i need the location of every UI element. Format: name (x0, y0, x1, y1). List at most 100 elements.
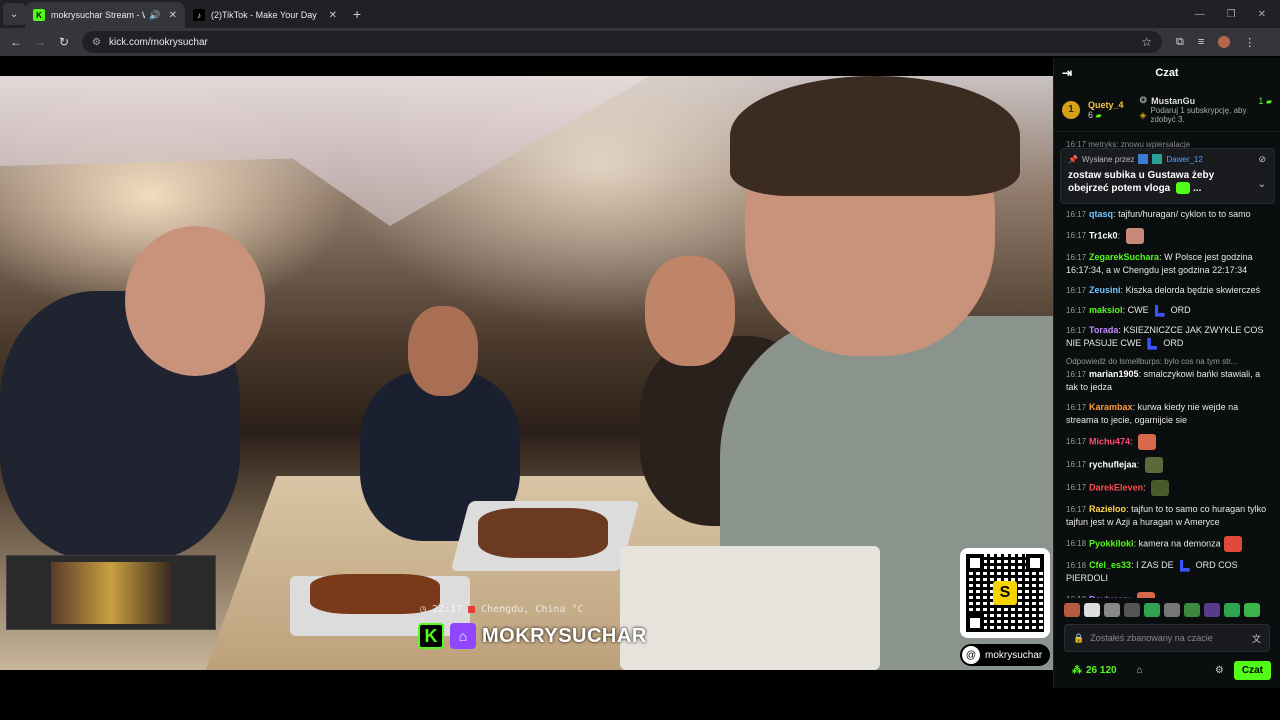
message-username[interactable]: maksiol (1089, 305, 1123, 315)
leader-hint: Podaruj 1 subskrypcję, aby zdobyć 3. (1150, 106, 1247, 124)
tab-kick[interactable]: K mokrysuchar Stream - Wat 🔊 ✕ (25, 2, 185, 28)
tent-canopy (0, 76, 650, 226)
menu-kebab-icon[interactable]: ⋮ (1244, 36, 1255, 49)
qr-code: S (960, 548, 1050, 638)
pinned-message[interactable]: 📌 Wysłane przez Dawer_12 zostaw subika u… (1060, 148, 1275, 204)
emote-icon[interactable] (1144, 603, 1160, 617)
user-badge-icon: ❂ (1139, 95, 1148, 105)
kick-icon: K (33, 9, 45, 21)
tab-tiktok[interactable]: ♪ (2)TikTok - Make Your Day ✕ (185, 2, 345, 28)
person-back-head (645, 256, 735, 366)
pinned-ellipsis: ... (1193, 183, 1202, 194)
close-tab-icon[interactable]: ✕ (169, 10, 177, 21)
emote-icon[interactable] (1084, 603, 1100, 617)
emote-icon[interactable] (1104, 603, 1120, 617)
tab-search-dropdown-icon[interactable]: ⌄ (3, 3, 25, 25)
reload-icon[interactable]: ↻ (52, 35, 76, 49)
chat-input-placeholder: Zostałeś zbanowany na czacie (1090, 633, 1213, 643)
message-username[interactable]: Razieloo (1089, 504, 1126, 514)
url-text: kick.com/mokrysuchar (108, 36, 208, 48)
emote-icon[interactable] (1224, 603, 1240, 617)
gold-medal-icon: 1 (1062, 100, 1080, 119)
napkins (620, 546, 880, 670)
gear-icon[interactable]: ⚙ (1215, 665, 1224, 676)
leader-first[interactable]: Quety_4 6 ▰ (1088, 100, 1124, 120)
emote-icon[interactable] (1064, 603, 1080, 617)
url-input[interactable]: ⚙ kick.com/mokrysuchar ☆ (82, 31, 1162, 53)
message-username[interactable]: Torada (1089, 325, 1118, 335)
leader-count: 6 (1088, 109, 1094, 120)
qr-finder (966, 554, 984, 572)
message-time: 16:17 (1066, 483, 1087, 493)
pinned-sender[interactable]: Dawer_12 (1166, 155, 1202, 164)
chat-message: 16:17 ZegarekSuchara: W Polsce jest godzi… (1066, 252, 1253, 275)
forward-icon[interactable]: → (28, 35, 52, 49)
send-chat-button[interactable]: Czat (1233, 660, 1271, 680)
chat-panel: ⇥ Czat 1 Quety_4 6 ▰ ❂ MustanGu 1 ▰ ◈ Po… (1053, 58, 1280, 688)
message-time: 16:17 (1066, 253, 1087, 262)
message-username[interactable]: ZegarekSuchara (1089, 252, 1159, 262)
message-username[interactable]: rychuflejaa (1089, 459, 1137, 469)
message-username[interactable]: Zeusini (1089, 285, 1121, 295)
close-tab-icon[interactable]: ✕ (329, 10, 337, 21)
message-text: kamera na demonza (1138, 538, 1221, 549)
translate-icon[interactable]: 文 (1252, 632, 1261, 645)
message-text: I ZAS DE (1136, 560, 1174, 570)
message-time: 16:17 (1066, 437, 1087, 447)
tab-title: mokrysuchar Stream - Wat (51, 10, 145, 20)
message-text: ORD (1163, 338, 1184, 348)
extensions-icon[interactable]: ⧉ (1176, 36, 1184, 49)
clock-icon: ◷ (420, 604, 427, 615)
channel-name: MOKRYSUCHAR (482, 624, 647, 647)
speaker-icon[interactable]: 🔊 (149, 10, 160, 21)
message-time: 16:17 (1066, 286, 1087, 295)
message-time: 16:17 (1066, 210, 1087, 219)
reply-context: Odpowiedź do lsmellburps: bylo cos na ty… (1066, 357, 1238, 366)
emote-icon[interactable] (1244, 603, 1260, 617)
emote-icon (1179, 559, 1190, 572)
message-text: ORD (1170, 305, 1191, 315)
video-player[interactable]: ◷ 22:17 Chengdu, China °C K ⌂ MOKRYSUCHA… (0, 76, 1053, 670)
qr-logo-icon: S (993, 581, 1017, 605)
social-handle-text: mokrysuchar (985, 649, 1043, 661)
emote-icon[interactable] (1204, 603, 1220, 617)
message-username[interactable]: marian1905 (1089, 369, 1139, 379)
browser-tabbar: ⌄ K mokrysuchar Stream - Wat 🔊 ✕ ♪ (2)Ti… (0, 0, 1280, 28)
points-icon: ⁂ (1072, 664, 1082, 676)
restore-icon[interactable]: ❐ (1227, 9, 1236, 20)
chevron-down-icon[interactable]: ⌄ (1258, 179, 1266, 190)
overlay-location-text: Chengdu, China (481, 604, 566, 615)
message-time: 16:17 (1066, 306, 1087, 315)
chat-messages: 16:17 qtasq: tajfun/huragan/ cyklon to to… (1054, 208, 1280, 598)
gift-icon: ▰ (1265, 96, 1272, 106)
message-username[interactable]: Pyokkiloki (1089, 538, 1134, 548)
store-icon[interactable]: ⌂ (1137, 665, 1143, 676)
close-window-icon[interactable]: ✕ (1258, 9, 1266, 20)
new-tab-button[interactable]: + (353, 6, 361, 22)
message-username[interactable]: Karambax (1089, 402, 1133, 412)
points-display[interactable]: ⁂ 26 120 (1072, 665, 1117, 676)
overlay-location: ◷ 22:17 Chengdu, China °C (420, 604, 583, 615)
food (478, 508, 608, 558)
message-username[interactable]: Tr1ck0 (1089, 230, 1118, 240)
leader-second[interactable]: ❂ MustanGu 1 ▰ ◈ Podaruj 1 subskrypcję, … (1140, 95, 1272, 124)
message-username[interactable]: Michu474 (1089, 436, 1130, 446)
profile-avatar[interactable] (1218, 36, 1231, 48)
chat-message: 16:17 maksiol: CWE ORD (1066, 304, 1191, 317)
bookmark-star-icon[interactable]: ☆ (1141, 35, 1152, 49)
chat-message: 16:17 Zeusini: Kiszka delorda będzie skwi… (1066, 285, 1261, 295)
minimize-icon[interactable]: — (1195, 9, 1205, 20)
back-icon[interactable]: ← (4, 35, 28, 49)
emote-icon[interactable] (1184, 603, 1200, 617)
media-control-icon[interactable]: ≡ (1198, 36, 1204, 48)
collapse-chat-icon[interactable]: ⇥ (1062, 66, 1072, 80)
chat-input[interactable]: 🔒 Zostałeś zbanowany na czacie 文 (1064, 624, 1270, 652)
emote-icon[interactable] (1124, 603, 1140, 617)
message-username[interactable]: Devixeen (1089, 594, 1129, 598)
message-username[interactable]: DarekEleven (1089, 482, 1143, 492)
site-info-icon[interactable]: ⚙ (92, 37, 101, 48)
unpin-icon[interactable]: ⊘ (1258, 154, 1266, 165)
message-username[interactable]: qtasq (1089, 209, 1113, 219)
emote-icon[interactable] (1164, 603, 1180, 617)
message-username[interactable]: Cfel_es33 (1089, 560, 1131, 570)
